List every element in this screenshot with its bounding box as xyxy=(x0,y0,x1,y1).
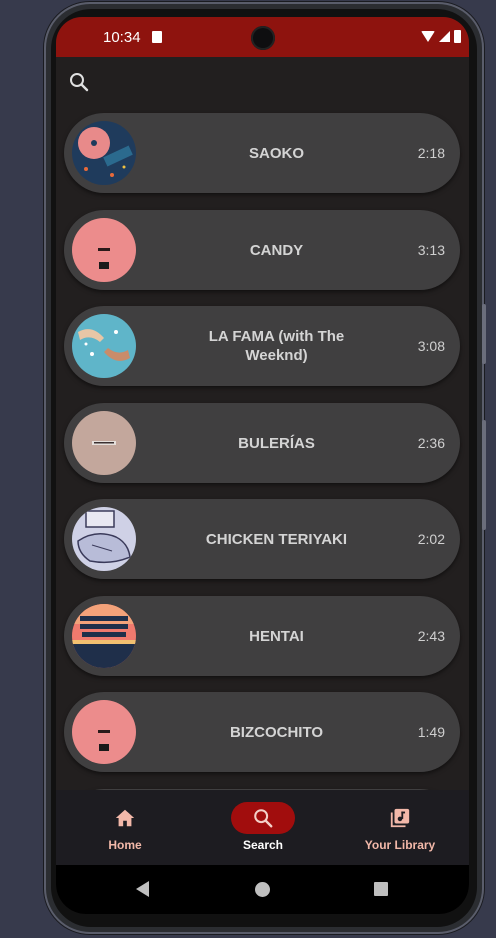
album-cover xyxy=(72,700,136,764)
nav-icon-wrap xyxy=(93,802,157,834)
song-duration: 2:36 xyxy=(417,435,445,451)
power-button xyxy=(482,304,486,364)
song-item[interactable]: SAOKO 2:18 xyxy=(64,113,460,193)
song-title: LA FAMA (with The Weeknd) xyxy=(208,328,345,364)
status-icons xyxy=(421,30,461,43)
album-cover xyxy=(72,218,136,282)
signal-icon xyxy=(439,31,450,42)
song-title: SAOKO xyxy=(248,144,304,162)
nav-icon-wrap xyxy=(231,802,295,834)
nav-item-library[interactable]: Your Library xyxy=(331,790,469,865)
camera-cutout xyxy=(251,26,275,50)
song-item[interactable]: BIZCOCHITO 1:49 xyxy=(64,692,460,772)
song-title: CHICKEN TERIYAKI xyxy=(205,530,348,548)
back-icon[interactable] xyxy=(136,881,149,897)
album-cover xyxy=(72,604,136,668)
nav-item-search[interactable]: Search xyxy=(194,790,332,865)
bottom-navigation: Home Search Your Library xyxy=(56,790,469,865)
app-screen: 10:34 SAOKO 2:18 CANDY 3:13 LA FAMA (wit… xyxy=(56,17,469,914)
song-duration: 2:18 xyxy=(417,145,445,161)
battery-icon xyxy=(454,30,461,43)
song-duration: 2:02 xyxy=(417,531,445,547)
nav-label: Your Library xyxy=(364,838,436,852)
song-duration: 3:13 xyxy=(417,242,445,258)
home-circle-icon[interactable] xyxy=(255,882,270,897)
song-duration: 1:49 xyxy=(417,724,445,740)
album-cover xyxy=(72,507,136,571)
status-time: 10:34 xyxy=(103,29,141,46)
search-icon[interactable] xyxy=(69,72,89,92)
nav-label: Home xyxy=(108,838,142,852)
system-navigation-bar xyxy=(56,865,469,914)
home-icon xyxy=(115,809,135,827)
nav-item-home[interactable]: Home xyxy=(56,790,194,865)
song-item[interactable]: CHICKEN TERIYAKI 2:02 xyxy=(64,499,460,579)
status-bar: 10:34 xyxy=(56,17,469,57)
album-cover xyxy=(72,314,136,378)
song-item[interactable]: LA FAMA (with The Weeknd) 3:08 xyxy=(64,306,460,386)
wifi-icon xyxy=(421,31,435,42)
nav-icon-wrap xyxy=(368,802,432,834)
recents-icon[interactable] xyxy=(374,882,388,896)
song-title: BIZCOCHITO xyxy=(229,723,324,741)
song-duration: 3:08 xyxy=(417,338,445,354)
song-title: BULERÍAS xyxy=(238,434,315,452)
search-icon xyxy=(254,809,273,828)
library-music-icon xyxy=(390,808,410,828)
song-item[interactable]: CANDY 3:13 xyxy=(64,210,460,290)
sd-card-icon xyxy=(152,31,162,43)
song-duration: 2:43 xyxy=(417,628,445,644)
album-cover xyxy=(72,411,136,475)
song-title: CANDY xyxy=(249,241,304,259)
song-title: HENTAI xyxy=(249,627,304,645)
volume-button xyxy=(482,420,486,530)
song-item[interactable]: HENTAI 2:43 xyxy=(64,596,460,676)
song-item[interactable]: BULERÍAS 2:36 xyxy=(64,403,460,483)
nav-label: Search xyxy=(242,838,284,852)
album-cover xyxy=(72,121,136,185)
